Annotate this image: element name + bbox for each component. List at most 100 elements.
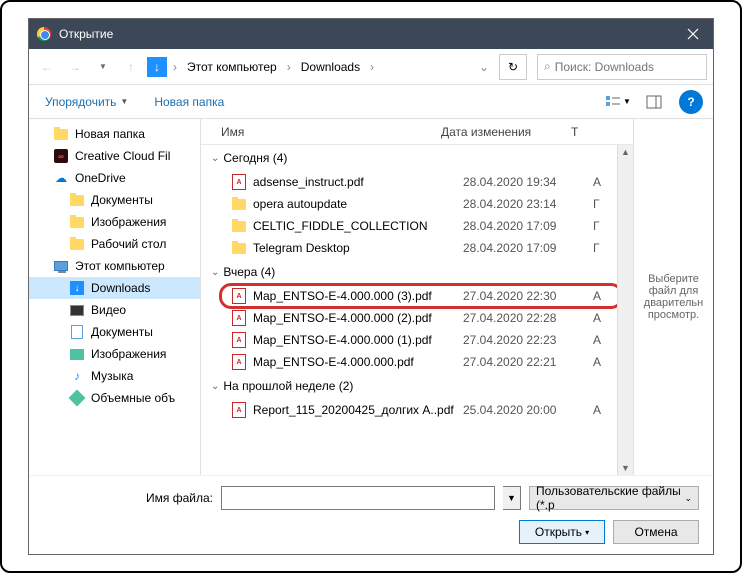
file-row[interactable]: opera autoupdate28.04.2020 23:14Г bbox=[201, 193, 633, 215]
organize-button[interactable]: Упорядочить▼ bbox=[39, 91, 134, 113]
sidebar-item-label: Документы bbox=[91, 193, 153, 207]
group-header[interactable]: ⌄Сегодня (4) bbox=[201, 145, 633, 171]
forward-button[interactable]: → bbox=[63, 55, 87, 79]
file-row[interactable]: Telegram Desktop28.04.2020 17:09Г bbox=[201, 237, 633, 259]
pics-icon bbox=[69, 346, 85, 362]
new-folder-button[interactable]: Новая папка bbox=[148, 91, 230, 113]
file-open-dialog: Открытие ← → ▼ ↑ ↓ › Этот компьютер › Do… bbox=[28, 18, 714, 555]
file-date: 28.04.2020 19:34 bbox=[463, 175, 593, 189]
file-row[interactable]: AMap_ENTSO-E-4.000.000 (2).pdf27.04.2020… bbox=[201, 307, 633, 329]
sidebar-item[interactable]: ☁ OneDrive bbox=[29, 167, 200, 189]
pdf-icon: A bbox=[231, 402, 247, 418]
breadcrumb-root[interactable]: Этот компьютер bbox=[183, 60, 281, 74]
filetype-filter[interactable]: Пользовательские файлы (*.p⌄ bbox=[529, 486, 699, 510]
cc-icon: ∞ bbox=[53, 148, 69, 164]
file-row[interactable]: AReport_115_20200425_долгих A..pdf25.04.… bbox=[201, 399, 633, 421]
file-name: CELTIC_FIDDLE_COLLECTION bbox=[253, 219, 463, 233]
file-row[interactable]: AMap_ENTSO-E-4.000.000.pdf27.04.2020 22:… bbox=[201, 351, 633, 373]
sidebar: Новая папка∞Creative Cloud Fil ☁ OneDrive Д… bbox=[29, 119, 201, 475]
filename-label: Имя файла: bbox=[43, 491, 213, 505]
sidebar-item-label: Этот компьютер bbox=[75, 259, 165, 273]
address-dropdown[interactable]: ⌄ bbox=[473, 60, 495, 74]
sidebar-item-label: Документы bbox=[91, 325, 153, 339]
address-bar: ← → ▼ ↑ ↓ › Этот компьютер › Downloads ›… bbox=[29, 49, 713, 85]
sidebar-item[interactable]: Документы bbox=[29, 321, 200, 343]
search-input[interactable] bbox=[555, 60, 700, 74]
file-name: Map_ENTSO-E-4.000.000 (3).pdf bbox=[253, 289, 463, 303]
sidebar-item[interactable]: ↓Downloads bbox=[29, 277, 200, 299]
file-type: A bbox=[593, 355, 601, 369]
search-box[interactable]: ⌕ bbox=[537, 54, 707, 80]
view-mode-button[interactable]: ▼ bbox=[601, 90, 635, 114]
file-type: Г bbox=[593, 219, 600, 233]
preview-pane: Выберите файл для дварительн просмотр. bbox=[633, 119, 713, 475]
file-type: A bbox=[593, 289, 601, 303]
group-header[interactable]: ⌄Вчера (4) bbox=[201, 259, 633, 285]
sidebar-item[interactable]: Новая папка bbox=[29, 123, 200, 145]
file-type: Г bbox=[593, 241, 600, 255]
onedrive-icon: ☁ bbox=[53, 170, 69, 186]
help-button[interactable]: ? bbox=[679, 90, 703, 114]
sidebar-item-label: Объемные объ bbox=[91, 391, 175, 405]
file-row[interactable]: A Map_ENTSO-E-4.000.000 (3).pdf27.04.2020… bbox=[201, 285, 633, 307]
sidebar-item-label: Рабочий стол bbox=[91, 237, 166, 251]
file-type: A bbox=[593, 333, 601, 347]
refresh-button[interactable]: ↻ bbox=[499, 54, 527, 80]
chrome-icon bbox=[37, 27, 51, 41]
scrollbar[interactable] bbox=[617, 145, 633, 475]
window-title: Открытие bbox=[59, 27, 673, 41]
pdf-icon: A bbox=[231, 310, 247, 326]
back-button[interactable]: ← bbox=[35, 55, 59, 79]
file-row[interactable]: CELTIC_FIDDLE_COLLECTION28.04.2020 17:09… bbox=[201, 215, 633, 237]
file-name: Map_ENTSO-E-4.000.000 (1).pdf bbox=[253, 333, 463, 347]
group-title: Сегодня (4) bbox=[223, 151, 287, 165]
sidebar-item[interactable]: ♪Музыка bbox=[29, 365, 200, 387]
bottom-panel: Имя файла: ▼ Пользовательские файлы (*.p… bbox=[29, 475, 713, 554]
folder-icon bbox=[69, 192, 85, 208]
sidebar-item[interactable]: Объемные объ bbox=[29, 387, 200, 409]
chevron-down-icon: ⌄ bbox=[211, 381, 219, 392]
group-header[interactable]: ⌄ На прошлой неделе (2) bbox=[201, 373, 633, 399]
file-type: A bbox=[593, 175, 601, 189]
sidebar-item-label: Изображения bbox=[91, 347, 166, 361]
pc-icon bbox=[53, 258, 69, 274]
sidebar-item[interactable]: Изображения bbox=[29, 211, 200, 233]
file-date: 27.04.2020 22:30 bbox=[463, 289, 593, 303]
folder-icon bbox=[231, 196, 247, 212]
file-name: Map_ENTSO-E-4.000.000 (2).pdf bbox=[253, 311, 463, 325]
chevron-right-icon: › bbox=[285, 60, 293, 74]
sidebar-item[interactable]: Рабочий стол bbox=[29, 233, 200, 255]
sidebar-item[interactable]: ∞Creative Cloud Fil bbox=[29, 145, 200, 167]
sidebar-item[interactable]: Этот компьютер bbox=[29, 255, 200, 277]
filename-dropdown[interactable]: ▼ bbox=[503, 486, 521, 510]
folder-icon bbox=[231, 240, 247, 256]
file-row[interactable]: A Map_ENTSO-E-4.000.000 (1).pdf27.04.2020… bbox=[201, 329, 633, 351]
downloads-icon: ↓ bbox=[69, 280, 85, 296]
sidebar-item[interactable]: Изображения bbox=[29, 343, 200, 365]
recent-dropdown[interactable]: ▼ bbox=[91, 55, 115, 79]
file-date: 27.04.2020 22:23 bbox=[463, 333, 593, 347]
sidebar-item[interactable]: Документы bbox=[29, 189, 200, 211]
sidebar-item-label: OneDrive bbox=[75, 171, 126, 185]
sidebar-item-label: Музыка bbox=[91, 369, 133, 383]
column-type[interactable]: Т bbox=[571, 125, 601, 139]
sidebar-item[interactable]: Видео bbox=[29, 299, 200, 321]
folder-icon bbox=[69, 236, 85, 252]
sidebar-item-label: Изображения bbox=[91, 215, 166, 229]
cancel-button[interactable]: Отмена bbox=[613, 520, 699, 544]
downloads-icon: ↓ bbox=[147, 57, 167, 77]
column-headers[interactable]: Имя Дата изменения Т bbox=[201, 119, 633, 145]
open-button[interactable]: Открыть▾ bbox=[519, 520, 605, 544]
file-row[interactable]: Aadsense_instruct.pdf28.04.2020 19:34A bbox=[201, 171, 633, 193]
up-button[interactable]: ↑ bbox=[119, 55, 143, 79]
close-button[interactable] bbox=[673, 19, 713, 49]
filename-input[interactable] bbox=[221, 486, 495, 510]
breadcrumb-folder[interactable]: Downloads bbox=[297, 60, 364, 74]
folder-icon bbox=[231, 218, 247, 234]
preview-pane-button[interactable] bbox=[637, 90, 671, 114]
column-date[interactable]: Дата изменения bbox=[441, 125, 571, 139]
column-name[interactable]: Имя bbox=[201, 125, 441, 139]
docs-icon bbox=[69, 324, 85, 340]
file-name: Map_ENTSO-E-4.000.000.pdf bbox=[253, 355, 463, 369]
group-title: На прошлой неделе (2) bbox=[223, 379, 353, 393]
